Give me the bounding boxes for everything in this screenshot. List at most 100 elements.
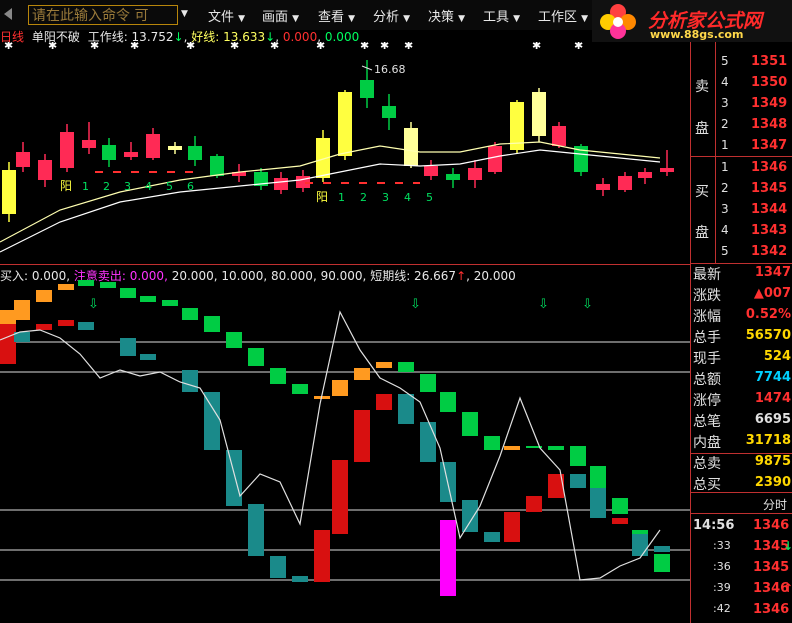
ticks-header: 分时 bbox=[763, 498, 788, 512]
menu-arrow-icon[interactable] bbox=[4, 8, 12, 20]
chevron-down-icon: ▼ bbox=[403, 14, 411, 24]
indicator-bar bbox=[58, 320, 74, 326]
indicator-bar bbox=[78, 280, 94, 286]
indicator-bar bbox=[182, 370, 198, 392]
count-label: 2 bbox=[103, 180, 110, 193]
indicator-bar bbox=[270, 368, 286, 384]
indicator-bar bbox=[140, 296, 156, 302]
quote-value: 6695 bbox=[754, 412, 791, 427]
chevron-down-icon: ▼ bbox=[458, 14, 466, 24]
sell-row-price[interactable]: 1350 bbox=[751, 75, 787, 90]
indicator-bar bbox=[162, 300, 178, 306]
menu-file[interactable]: 文件 ▼ bbox=[208, 6, 245, 25]
indicator-bar bbox=[484, 532, 500, 542]
indicator-bar bbox=[332, 380, 348, 396]
indicator-bar bbox=[612, 518, 628, 524]
indicator-bar bbox=[462, 412, 478, 436]
menu-analysis[interactable]: 分析 ▼ bbox=[373, 6, 410, 25]
indicator-bar bbox=[226, 332, 242, 348]
chevron-down-icon: ▼ bbox=[348, 14, 356, 24]
menu-tools[interactable]: 工具 ▼ bbox=[483, 6, 520, 25]
candle-body bbox=[274, 178, 288, 190]
candle-body bbox=[660, 168, 674, 172]
candle-body bbox=[618, 176, 632, 190]
quote-value: 31718 bbox=[745, 433, 791, 448]
quote-label: 涨停 bbox=[693, 393, 721, 409]
quote-label: 总笔 bbox=[693, 414, 721, 430]
sub-indicator-chart[interactable]: ⇩ ⇩ ⇩ ⇩ bbox=[0, 280, 690, 620]
indicator-bar bbox=[504, 446, 520, 450]
buy-row-price[interactable]: 1343 bbox=[751, 223, 787, 238]
star-marker-icon: ✱ bbox=[360, 42, 369, 52]
menu-decision[interactable]: 决策 ▼ bbox=[428, 6, 465, 25]
indicator-bar bbox=[590, 488, 606, 518]
quote-label: 涨跌 bbox=[693, 288, 721, 304]
star-marker-icon: ✱ bbox=[130, 42, 139, 52]
buy-row-price[interactable]: 1342 bbox=[751, 244, 787, 259]
quote-value: 7744 bbox=[754, 370, 791, 385]
indicator-bar bbox=[570, 474, 586, 488]
indicator-bar bbox=[226, 450, 242, 506]
buy-row-price[interactable]: 1346 bbox=[751, 160, 787, 175]
candle-body bbox=[82, 140, 96, 148]
indicator-bar bbox=[182, 308, 198, 320]
star-marker-icon: ✱ bbox=[404, 42, 413, 52]
candle-body bbox=[168, 146, 182, 150]
sell-row-level: 4 bbox=[721, 75, 729, 89]
candle-body bbox=[596, 184, 610, 190]
indicator-bar bbox=[462, 500, 478, 532]
indicator-bar bbox=[36, 290, 52, 302]
star-marker-icon: ✱ bbox=[532, 42, 541, 52]
indicator-bar bbox=[204, 316, 220, 332]
candle-body bbox=[146, 134, 160, 158]
sell-row-price[interactable]: 1347 bbox=[751, 138, 787, 153]
indicator-bar bbox=[376, 362, 392, 368]
candle-body bbox=[60, 132, 74, 168]
main-candlestick-chart[interactable]: ✱ ✱ ✱ ✱ ✱ ✱ ✱ ✱ ✱ ✱ ✱ ✱ ✱16.68阳 1 2 3 4 5 6阳 1 2 3 4 5 bbox=[0, 42, 690, 264]
quote-value: 1474 bbox=[754, 391, 791, 406]
command-suffix: 可 bbox=[134, 8, 149, 24]
arrow-down-icon: ⇩ bbox=[538, 297, 549, 312]
quote-value: 1347 bbox=[754, 265, 791, 280]
sell-label-1: 卖 bbox=[695, 79, 709, 95]
indicator-bar bbox=[332, 460, 348, 534]
candle-body bbox=[488, 146, 502, 172]
tick-price: 1346 bbox=[753, 602, 790, 617]
tick-time: 14:56 bbox=[693, 518, 735, 533]
buy-row-price[interactable]: 1344 bbox=[751, 202, 787, 217]
tick-time: :39 bbox=[713, 581, 731, 594]
logo-url: www.88gs.com bbox=[650, 28, 744, 41]
tick-price: 1345 bbox=[753, 560, 790, 575]
quote-label: 涨幅 bbox=[693, 309, 721, 325]
candle-body bbox=[124, 152, 138, 157]
sell-row-price[interactable]: 1351 bbox=[751, 54, 787, 69]
candle-body bbox=[16, 152, 30, 167]
command-dropdown-icon[interactable]: ▼ bbox=[181, 9, 188, 19]
buy-row-price[interactable]: 1345 bbox=[751, 181, 787, 196]
indicator-bar bbox=[248, 348, 264, 366]
quote-label: 总买 bbox=[693, 477, 721, 493]
command-input[interactable]: 请在此输入命令 可 bbox=[28, 5, 178, 25]
indicator-bar bbox=[570, 446, 586, 466]
sell-row-price[interactable]: 1349 bbox=[751, 96, 787, 111]
sell-row-level: 2 bbox=[721, 117, 729, 131]
candle-body bbox=[424, 166, 438, 176]
indicator-bar bbox=[14, 300, 30, 320]
star-marker-icon: ✱ bbox=[48, 42, 57, 52]
indicator-bar bbox=[654, 546, 670, 552]
menu-view[interactable]: 查看 ▼ bbox=[318, 6, 355, 25]
sell-row-price[interactable]: 1348 bbox=[751, 117, 787, 132]
indicator-bar bbox=[100, 282, 116, 288]
buy-side-divider bbox=[715, 157, 716, 263]
quote-value: 2390 bbox=[754, 475, 791, 490]
indicator-bar bbox=[120, 288, 136, 298]
indicator-bar bbox=[632, 534, 648, 556]
indicator-bar bbox=[504, 512, 520, 542]
quote-label: 总卖 bbox=[693, 456, 721, 472]
indicator-bar bbox=[526, 496, 542, 512]
indicator-bar bbox=[398, 362, 414, 372]
quote-label: 最新 bbox=[693, 267, 721, 283]
menu-workspace[interactable]: 工作区 ▼ bbox=[538, 6, 588, 25]
menu-screen[interactable]: 画面 ▼ bbox=[262, 6, 299, 25]
sell-label-2: 盘 bbox=[695, 121, 709, 137]
